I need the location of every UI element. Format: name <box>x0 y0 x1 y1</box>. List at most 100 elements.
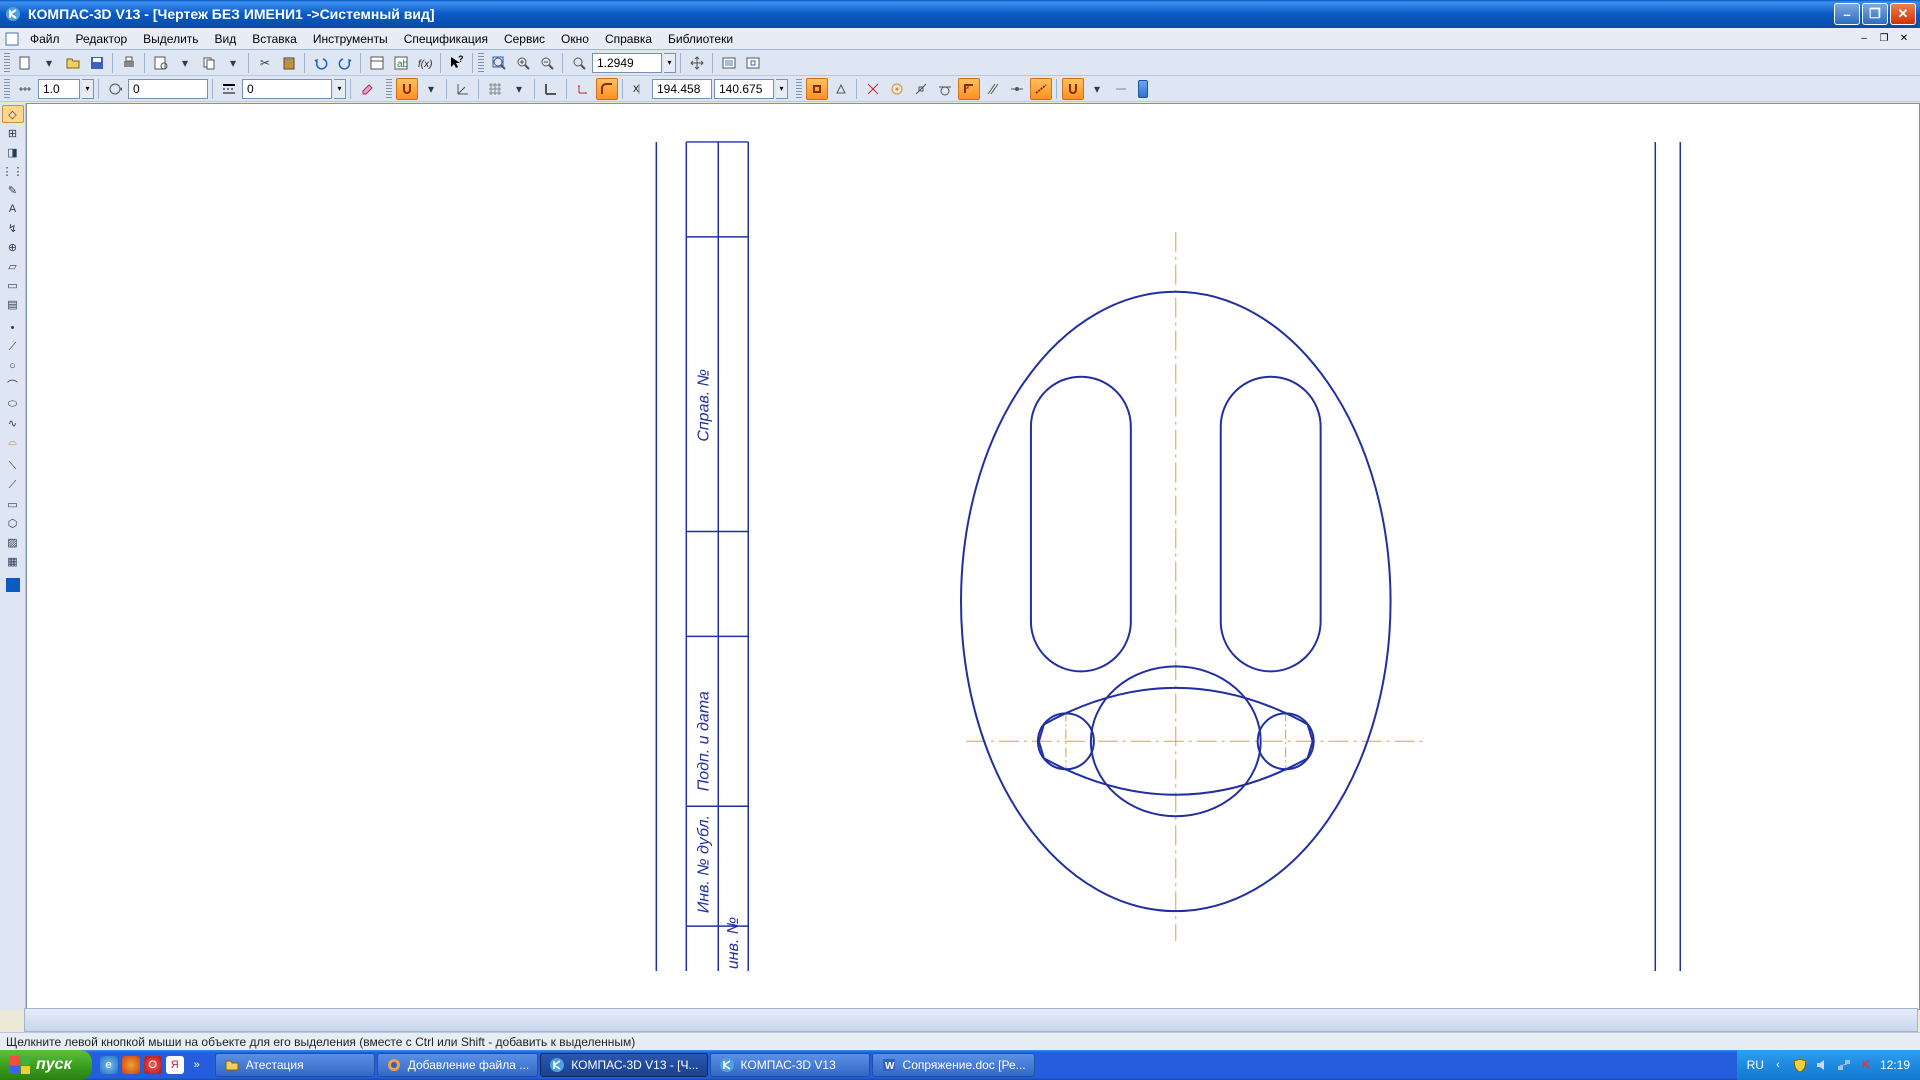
menu-view[interactable]: Вид <box>207 30 245 48</box>
mdi-minimize[interactable]: – <box>1856 31 1872 47</box>
grid-button[interactable] <box>484 78 506 100</box>
grip-icon[interactable] <box>4 53 10 73</box>
snap-node-button[interactable] <box>1006 78 1028 100</box>
grip-icon[interactable] <box>386 79 392 99</box>
lt-point[interactable]: • <box>2 319 24 337</box>
lt-arc[interactable]: ⌒ <box>2 376 24 394</box>
ortho-button[interactable] <box>540 78 562 100</box>
lt-circle[interactable]: ○ <box>2 357 24 375</box>
maximize-button[interactable]: ❐ <box>1862 3 1888 25</box>
minimize-button[interactable]: – <box>1834 3 1860 25</box>
snap-perp-button[interactable] <box>958 78 980 100</box>
lt-7[interactable]: ↯ <box>2 219 24 237</box>
snap-mid-button[interactable] <box>830 78 852 100</box>
menu-libraries[interactable]: Библиотеки <box>660 30 741 48</box>
lt-geometry[interactable]: ◇ <box>2 105 24 123</box>
clock[interactable]: 12:19 <box>1880 1058 1910 1072</box>
refresh-button[interactable] <box>742 52 764 74</box>
lt-2[interactable]: ⊞ <box>2 124 24 142</box>
lt-poly[interactable]: ⬡ <box>2 514 24 532</box>
zoom-fit-button[interactable] <box>488 52 510 74</box>
step-dropdown[interactable]: ▾ <box>82 79 94 99</box>
close-button[interactable]: ✕ <box>1890 3 1916 25</box>
task-button[interactable]: КОМПАС-3D V13 - [Ч... <box>540 1053 707 1077</box>
snap-intersect-button[interactable] <box>862 78 884 100</box>
coord-dd[interactable]: ▾ <box>776 79 788 99</box>
cut-button[interactable]: ✂ <box>254 52 276 74</box>
lt-8[interactable]: ⊕ <box>2 238 24 256</box>
lang-indicator[interactable]: RU <box>1747 1058 1764 1072</box>
zoom-in-button[interactable] <box>512 52 534 74</box>
ql-firefox-icon[interactable] <box>122 1056 140 1074</box>
menu-window[interactable]: Окно <box>553 30 597 48</box>
lt-4[interactable]: ⋮⋮ <box>2 162 24 180</box>
copy-dd[interactable]: ▾ <box>222 52 244 74</box>
print-button[interactable] <box>118 52 140 74</box>
lt-bezier[interactable]: ⌓ <box>2 433 24 451</box>
start-button[interactable]: пуск <box>0 1050 92 1080</box>
menu-spec[interactable]: Спецификация <box>396 30 496 48</box>
lt-11[interactable]: ▤ <box>2 295 24 313</box>
snap-group-dd[interactable]: ▾ <box>1086 78 1108 100</box>
tray-kaspersky-icon[interactable]: K <box>1858 1057 1874 1073</box>
property-panel[interactable] <box>24 1008 1918 1032</box>
task-button[interactable]: Добавление файла ... <box>377 1053 539 1077</box>
grip-icon[interactable] <box>478 53 484 73</box>
snap-more-button[interactable] <box>1110 78 1132 100</box>
snap-near-button[interactable] <box>910 78 932 100</box>
zoom-input[interactable] <box>592 53 662 73</box>
task-button[interactable]: Атестация <box>215 1053 375 1077</box>
lt-rect[interactable]: ▭ <box>2 495 24 513</box>
coord-y-input[interactable] <box>714 79 774 99</box>
snap-tan-button[interactable] <box>934 78 956 100</box>
help-cursor-button[interactable]: ? <box>446 52 468 74</box>
panel-tab[interactable] <box>1138 80 1148 98</box>
snap-ext-button[interactable] <box>1030 78 1052 100</box>
new-button[interactable] <box>14 52 36 74</box>
grip-icon[interactable] <box>4 79 10 99</box>
fx-button[interactable]: f(x) <box>414 52 436 74</box>
lt-5[interactable]: ✎ <box>2 181 24 199</box>
preview-button[interactable] <box>150 52 172 74</box>
menu-file[interactable]: Файл <box>22 30 68 48</box>
save-button[interactable] <box>86 52 108 74</box>
angle-input[interactable] <box>242 79 332 99</box>
mdi-close[interactable]: ✕ <box>1896 31 1912 47</box>
snap-end-button[interactable] <box>806 78 828 100</box>
menu-edit[interactable]: Редактор <box>68 30 136 48</box>
copy-button[interactable] <box>198 52 220 74</box>
lt-aux2[interactable]: ⟋ <box>2 476 24 494</box>
undo-button[interactable] <box>310 52 332 74</box>
rebuild-button[interactable] <box>718 52 740 74</box>
ql-more-icon[interactable]: » <box>188 1056 206 1074</box>
local-cs-button[interactable] <box>572 78 594 100</box>
lt-ellipse[interactable]: ⬭ <box>2 395 24 413</box>
menu-select[interactable]: Выделить <box>135 30 206 48</box>
rotation-input[interactable] <box>128 79 208 99</box>
task-button[interactable]: КОМПАС-3D V13 <box>710 1053 870 1077</box>
zoom-scale-button[interactable] <box>568 52 590 74</box>
round-button[interactable] <box>596 78 618 100</box>
pan-button[interactable] <box>686 52 708 74</box>
tray-expand-icon[interactable]: ‹ <box>1770 1057 1786 1073</box>
zoom-dropdown[interactable]: ▾ <box>664 53 676 73</box>
lt-3[interactable]: ◨ <box>2 143 24 161</box>
mdi-icon[interactable] <box>4 31 20 47</box>
grid-dd[interactable]: ▾ <box>508 78 530 100</box>
lt-line[interactable]: ⟋ <box>2 338 24 356</box>
lt-fill[interactable]: ▦ <box>2 552 24 570</box>
eraser-button[interactable] <box>356 78 378 100</box>
task-button[interactable]: WСопряжение.doc [Ре... <box>872 1053 1035 1077</box>
step-button[interactable] <box>14 78 36 100</box>
lt-hatch[interactable]: ▨ <box>2 533 24 551</box>
drawing-canvas[interactable]: Справ. № Подп. и дата Инв. № дубл. инв. … <box>26 103 1920 1010</box>
new-dropdown[interactable]: ▾ <box>38 52 60 74</box>
angle-dropdown[interactable]: ▾ <box>334 79 346 99</box>
ql-opera-icon[interactable]: O <box>144 1056 162 1074</box>
ql-yandex-icon[interactable]: Я <box>166 1056 184 1074</box>
menu-service[interactable]: Сервис <box>496 30 553 48</box>
tray-net-icon[interactable] <box>1836 1057 1852 1073</box>
lt-text[interactable]: A <box>2 200 24 218</box>
rotation-button[interactable] <box>104 78 126 100</box>
lt-9[interactable]: ▱ <box>2 257 24 275</box>
